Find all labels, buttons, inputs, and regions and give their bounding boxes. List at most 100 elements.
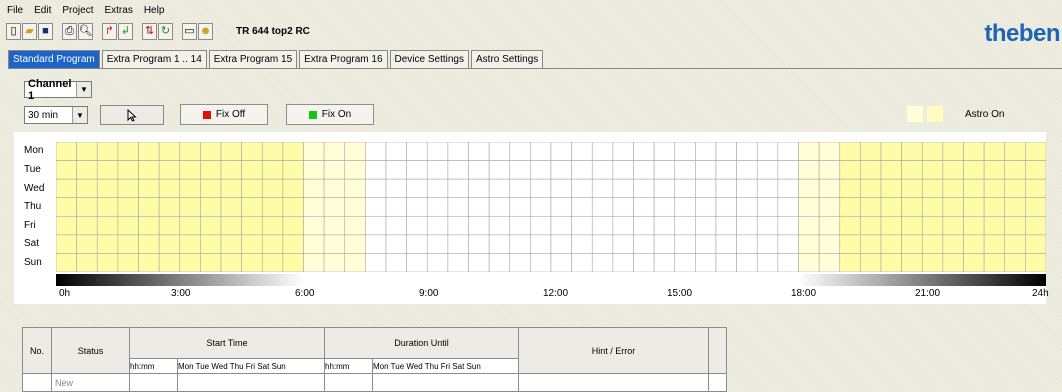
schedule-cell[interactable] <box>158 178 181 199</box>
schedule-cell[interactable] <box>303 178 325 199</box>
schedule-cell[interactable] <box>942 215 964 236</box>
row-start-days-cell[interactable] <box>176 373 326 392</box>
schedule-cell[interactable] <box>406 197 428 217</box>
schedule-cell[interactable] <box>406 234 428 254</box>
schedule-cell[interactable] <box>365 253 387 272</box>
schedule-cell[interactable] <box>509 234 531 254</box>
fix-on-button[interactable]: Fix On <box>286 104 374 125</box>
schedule-cell[interactable] <box>468 253 490 272</box>
schedule-cell[interactable] <box>96 215 119 236</box>
schedule-cell[interactable] <box>385 197 407 217</box>
interval-select[interactable]: 30 min ▼ <box>24 106 88 124</box>
schedule-cell[interactable] <box>179 197 201 217</box>
schedule-cell[interactable] <box>695 197 717 217</box>
schedule-cell[interactable] <box>591 160 614 180</box>
pointer-tool-button[interactable] <box>100 105 164 125</box>
tab-extra-program-16[interactable]: Extra Program 16 <box>299 50 388 68</box>
schedule-cell[interactable] <box>220 160 242 180</box>
schedule-cell[interactable] <box>901 160 923 180</box>
schedule-cell[interactable] <box>138 253 160 272</box>
schedule-cell[interactable] <box>138 197 160 217</box>
schedule-cell[interactable] <box>736 215 758 236</box>
schedule-cell[interactable] <box>818 142 841 161</box>
schedule-cell[interactable] <box>901 142 923 161</box>
schedule-cell[interactable] <box>1004 197 1026 217</box>
schedule-cell[interactable] <box>426 215 449 236</box>
schedule-cell[interactable] <box>488 160 511 180</box>
schedule-cell[interactable] <box>509 142 531 161</box>
schedule-cell[interactable] <box>571 215 593 236</box>
schedule-cell[interactable] <box>1004 253 1026 272</box>
schedule-cell[interactable] <box>880 178 902 199</box>
schedule-cell[interactable] <box>674 253 696 272</box>
schedule-cell[interactable] <box>158 253 181 272</box>
schedule-cell[interactable] <box>241 142 263 161</box>
schedule-cell[interactable] <box>591 253 614 272</box>
schedule-cell[interactable] <box>921 253 944 272</box>
schedule-cell[interactable] <box>550 142 572 161</box>
schedule-cell[interactable] <box>241 234 263 254</box>
schedule-cell[interactable] <box>365 142 387 161</box>
schedule-cell[interactable] <box>117 234 139 254</box>
row-duration-days-cell[interactable] <box>372 373 520 392</box>
schedule-cell[interactable] <box>303 160 325 180</box>
schedule-cell[interactable] <box>323 178 346 199</box>
schedule-cell[interactable] <box>1025 197 1046 217</box>
schedule-cell[interactable] <box>571 142 593 161</box>
schedule-cell[interactable] <box>653 253 676 272</box>
schedule-cell[interactable] <box>942 142 964 161</box>
schedule-cell[interactable] <box>344 197 366 217</box>
schedule-cell[interactable] <box>282 197 304 217</box>
schedule-cell[interactable] <box>158 160 181 180</box>
schedule-cell[interactable] <box>942 160 964 180</box>
schedule-cell[interactable] <box>468 160 490 180</box>
schedule-cell[interactable] <box>117 142 139 161</box>
schedule-cell[interactable] <box>158 142 181 161</box>
upload-icon[interactable]: ↱ <box>102 22 117 40</box>
schedule-cell[interactable] <box>96 234 119 254</box>
schedule-cell[interactable] <box>282 253 304 272</box>
schedule-cell[interactable] <box>633 234 655 254</box>
schedule-cell[interactable] <box>860 178 882 199</box>
schedule-cell[interactable] <box>282 215 304 236</box>
schedule-cell[interactable] <box>447 197 469 217</box>
schedule-cell[interactable] <box>715 160 737 180</box>
schedule-cell[interactable] <box>591 178 614 199</box>
schedule-cell[interactable] <box>839 215 861 236</box>
schedule-cell[interactable] <box>818 178 841 199</box>
schedule-cell[interactable] <box>612 215 634 236</box>
schedule-cell[interactable] <box>117 160 139 180</box>
row-status-cell[interactable]: New <box>51 373 130 392</box>
schedule-cell[interactable] <box>1004 160 1026 180</box>
schedule-cell[interactable] <box>736 178 758 199</box>
schedule-cell[interactable] <box>220 142 242 161</box>
schedule-cell[interactable] <box>839 160 861 180</box>
device-window-icon[interactable]: ▭ <box>182 22 197 40</box>
row-start-hhmm-cell[interactable] <box>129 373 178 392</box>
schedule-cell[interactable] <box>200 253 222 272</box>
schedule-cell[interactable] <box>488 253 511 272</box>
schedule-cell[interactable] <box>860 197 882 217</box>
schedule-cell[interactable] <box>261 215 284 236</box>
schedule-cell[interactable] <box>344 142 366 161</box>
schedule-cell[interactable] <box>942 234 964 254</box>
schedule-cell[interactable] <box>282 142 304 161</box>
schedule-cell[interactable] <box>261 160 284 180</box>
schedule-cell[interactable] <box>56 234 77 254</box>
schedule-cell[interactable] <box>777 142 799 161</box>
schedule-cell[interactable] <box>942 178 964 199</box>
schedule-cell[interactable] <box>756 197 779 217</box>
schedule-cell[interactable] <box>323 142 346 161</box>
schedule-cell[interactable] <box>736 160 758 180</box>
schedule-cell[interactable] <box>633 197 655 217</box>
schedule-cell[interactable] <box>117 178 139 199</box>
schedule-cell[interactable] <box>385 178 407 199</box>
chevron-down-icon[interactable]: ▼ <box>72 107 87 123</box>
schedule-cell[interactable] <box>385 142 407 161</box>
tab-device-settings[interactable]: Device Settings <box>389 50 469 68</box>
schedule-cell[interactable] <box>798 178 820 199</box>
schedule-cell[interactable] <box>756 215 779 236</box>
schedule-cell[interactable] <box>1004 178 1026 199</box>
schedule-cell[interactable] <box>571 160 593 180</box>
schedule-cell[interactable] <box>138 234 160 254</box>
